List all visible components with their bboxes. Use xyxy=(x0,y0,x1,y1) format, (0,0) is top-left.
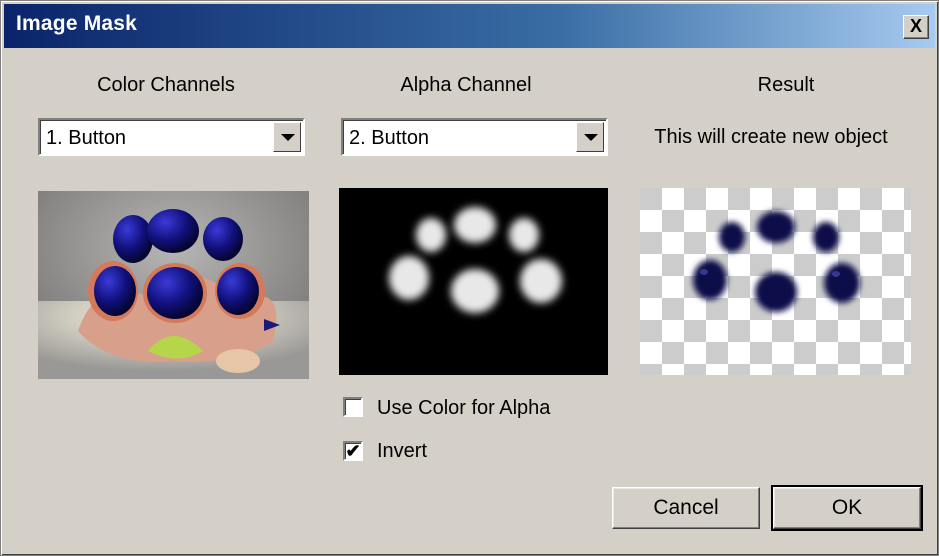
chevron-down-icon[interactable] xyxy=(576,122,604,152)
use-color-for-alpha-checkbox[interactable] xyxy=(343,397,363,417)
window-title: Image Mask xyxy=(16,12,138,35)
result-note: This will create new object xyxy=(654,126,888,148)
alpha-channel-heading: Alpha Channel xyxy=(400,74,532,96)
use-color-for-alpha-label: Use Color for Alpha xyxy=(377,397,551,419)
alpha-channel-select[interactable]: 2. Button xyxy=(341,118,608,156)
alpha-channel-value: 2. Button xyxy=(349,127,430,149)
color-channels-select[interactable]: 1. Button xyxy=(38,118,305,156)
cancel-button[interactable]: Cancel xyxy=(612,487,760,529)
result-preview xyxy=(640,188,911,375)
title-bar[interactable]: Image Mask X xyxy=(4,4,935,48)
close-button[interactable]: X xyxy=(903,15,929,39)
alpha-channel-preview xyxy=(339,188,608,375)
image-mask-dialog: Image Mask X Color Channels 1. Button Al… xyxy=(0,0,939,556)
color-channels-value: 1. Button xyxy=(46,127,127,149)
invert-checkbox[interactable]: ✔ xyxy=(343,441,363,461)
chevron-down-icon[interactable] xyxy=(273,122,301,152)
result-heading: Result xyxy=(757,74,815,96)
ok-button[interactable]: OK xyxy=(771,485,923,531)
color-channels-heading: Color Channels xyxy=(97,74,235,96)
invert-label: Invert xyxy=(377,440,428,462)
color-channels-preview xyxy=(38,191,309,379)
